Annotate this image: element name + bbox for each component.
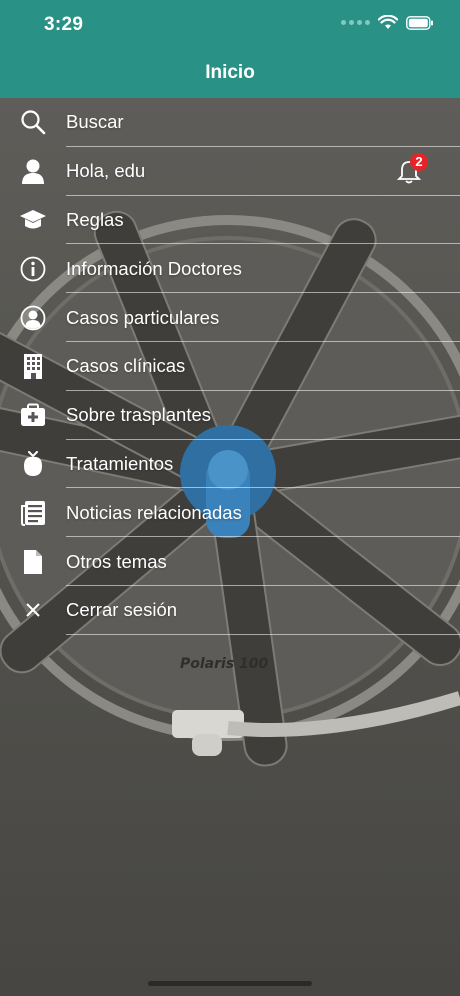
menu-item-reglas[interactable]: Reglas	[0, 196, 460, 245]
menu-item-label: Noticias relacionadas	[66, 501, 242, 523]
menu-item-profile[interactable]: Hola, edu 2	[0, 147, 460, 196]
menu-item-label: Otros temas	[66, 550, 167, 572]
notification-badge: 2	[410, 152, 428, 171]
menu-item-cerrar-sesion[interactable]: Cerrar sesión	[0, 586, 460, 635]
menu-item-label: Casos particulares	[66, 306, 220, 328]
search-icon	[18, 107, 48, 137]
medkit-icon	[18, 400, 48, 430]
menu-item-informacion-doctores[interactable]: Información Doctores	[0, 244, 460, 293]
menu-item-label: Casos clínicas	[66, 355, 186, 377]
signal-icon	[341, 20, 370, 25]
menu-item-label: Tratamientos	[66, 452, 174, 474]
wifi-icon	[378, 15, 398, 29]
menu-item-sobre-trasplantes[interactable]: Sobre trasplantes	[0, 391, 460, 440]
menu-item-otros-temas[interactable]: Otros temas	[0, 537, 460, 586]
app-header: 3:29 Inicio	[0, 0, 460, 98]
status-icons	[341, 15, 434, 30]
menu-item-buscar[interactable]: Buscar	[0, 98, 460, 147]
menu-item-label: Sobre trasplantes	[66, 404, 212, 426]
fruit-icon	[18, 449, 48, 479]
info-icon	[18, 254, 48, 284]
notification-bell-icon[interactable]: 2	[394, 152, 428, 186]
status-time: 3:29	[44, 14, 84, 35]
home-indicator[interactable]	[148, 981, 312, 986]
menu-item-tratamientos[interactable]: Tratamientos	[0, 440, 460, 489]
menu-item-label: Reglas	[66, 208, 124, 230]
user-icon	[18, 156, 48, 186]
close-icon	[18, 595, 48, 625]
page-title: Inicio	[205, 62, 255, 83]
menu-item-label: Hola, edu	[66, 160, 146, 182]
user-circle-icon	[18, 303, 48, 333]
menu-item-label: Cerrar sesión	[66, 599, 178, 621]
menu-item-casos-clinicas[interactable]: Casos clínicas	[0, 342, 460, 391]
document-icon	[18, 547, 48, 577]
building-icon	[18, 351, 48, 381]
battery-icon	[406, 15, 433, 30]
lamp-brand-text: Polaris 100	[180, 656, 269, 672]
menu-item-label: Buscar	[66, 111, 124, 133]
menu-item-noticias-relacionadas[interactable]: Noticias relacionadas	[0, 488, 460, 537]
graduation-cap-icon	[18, 205, 48, 235]
menu-item-casos-particulares[interactable]: Casos particulares	[0, 293, 460, 342]
newspaper-icon	[18, 498, 48, 528]
menu-item-label: Información Doctores	[66, 257, 242, 279]
side-menu: Buscar Hola, edu 2 Reglas Información Do…	[0, 98, 460, 635]
